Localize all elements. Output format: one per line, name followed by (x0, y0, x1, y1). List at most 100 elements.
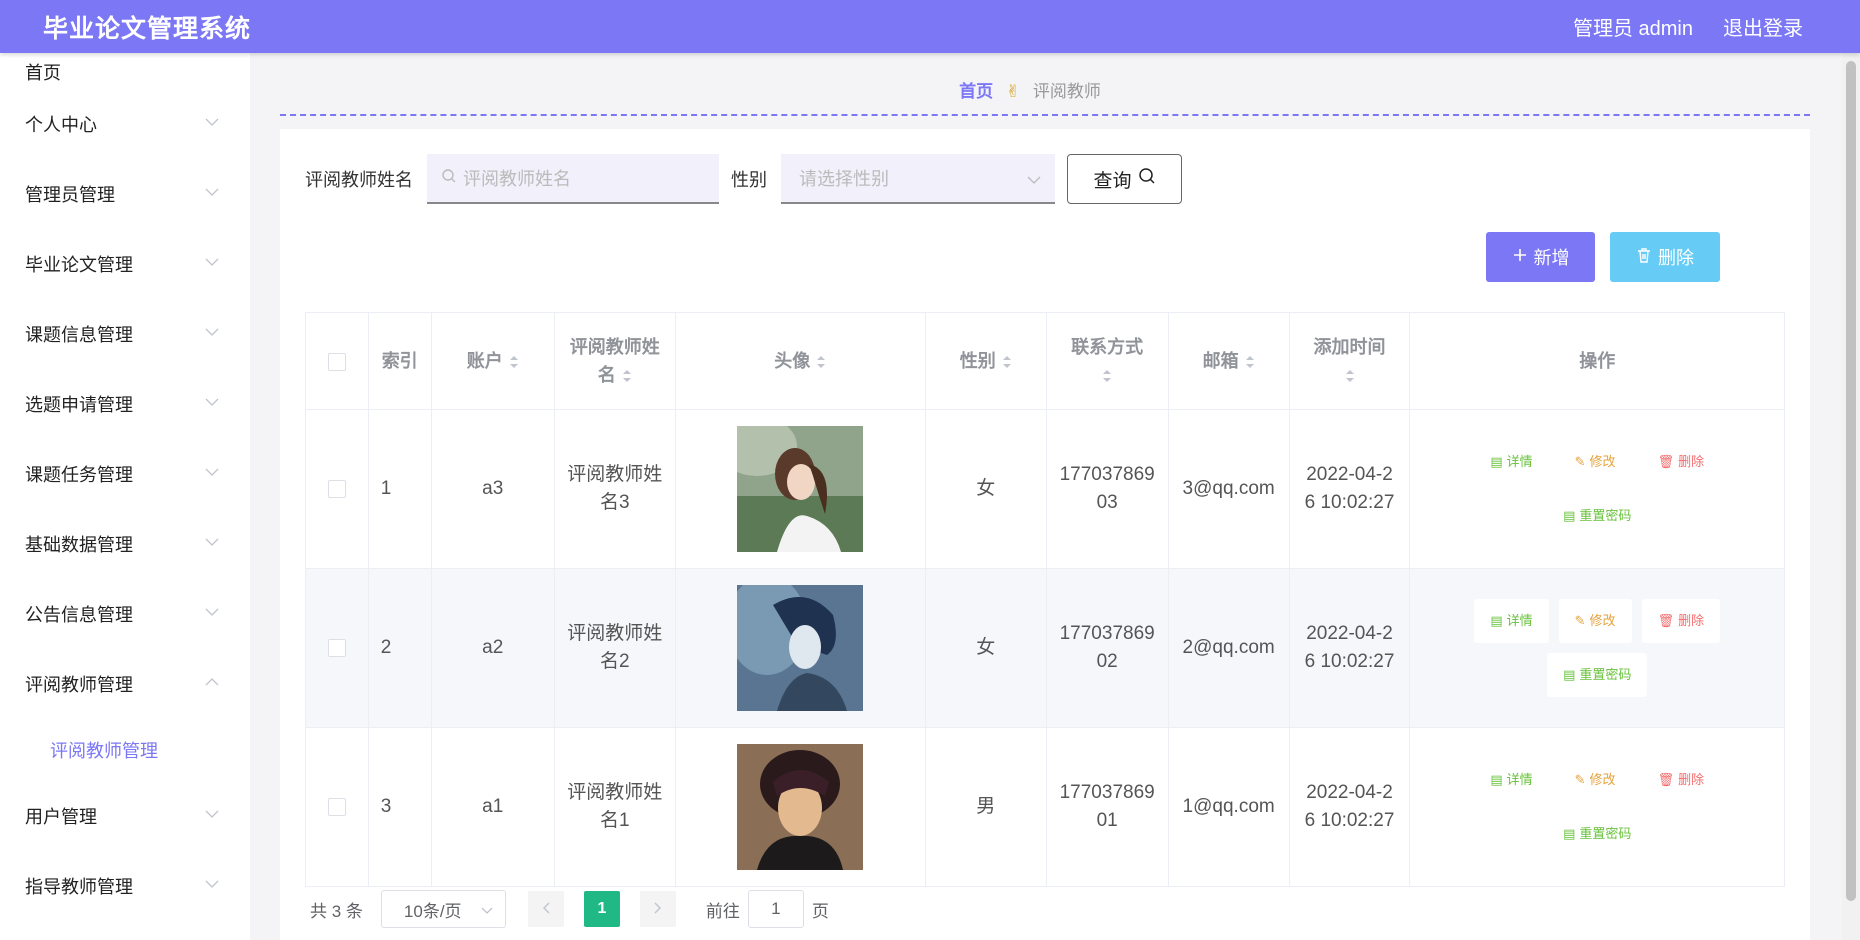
cell-account: a2 (430, 568, 555, 728)
reset-password-button[interactable]: ▤ 重置密码 (1547, 653, 1648, 697)
row-select-cell[interactable] (305, 727, 369, 887)
vertical-scrollbar[interactable] (1842, 53, 1860, 940)
sort-icon[interactable] (1002, 355, 1012, 369)
sidebar-subitem-label: 评阅教师管理 (50, 741, 158, 761)
sidebar-item-admin-management[interactable]: 管理员管理 (0, 159, 250, 229)
detail-label: 详情 (1506, 454, 1533, 469)
trash-icon: 🗑 (1657, 772, 1675, 787)
edit-button[interactable]: ✎ 修改 (1559, 440, 1632, 484)
sidebar-item-topic-info-management[interactable]: 课题信息管理 (0, 299, 250, 369)
sidebar-item-basic-data-management[interactable]: 基础数据管理 (0, 509, 250, 579)
row-checkbox[interactable] (327, 797, 346, 816)
avatar[interactable] (737, 744, 864, 870)
header-avatar-label: 头像 (774, 351, 811, 371)
reset-password-button[interactable]: ▤ 重置密码 (1547, 494, 1647, 538)
next-page-button[interactable] (639, 891, 676, 927)
sidebar-item-thesis-management[interactable]: 毕业论文管理 (0, 229, 250, 299)
edit-button[interactable]: ✎ 修改 (1559, 758, 1632, 802)
sort-icon[interactable] (509, 355, 519, 369)
reset-password-button[interactable]: ▤ 重置密码 (1547, 812, 1647, 856)
breadcrumb-home[interactable]: 首页 (959, 82, 993, 101)
cell-added-time: 2022-04-2 6 10:02:27 (1288, 409, 1411, 569)
reset-password-label: 重置密码 (1579, 508, 1632, 523)
logout-link[interactable]: 退出登录 (1723, 12, 1803, 41)
sidebar-item-user-management[interactable]: 用户管理 (0, 781, 250, 851)
header-gender[interactable]: 性别 (924, 312, 1047, 410)
sidebar-item-advisor-management[interactable]: 指导教师管理 (0, 851, 250, 921)
header-added-time[interactable]: 添加时间 (1288, 312, 1411, 410)
sort-icon[interactable] (1345, 369, 1355, 383)
search-icon (441, 168, 457, 189)
cell-account: a1 (430, 727, 555, 887)
chevron-down-icon (205, 398, 225, 410)
header-contact[interactable]: 联系方式 (1045, 312, 1169, 410)
table-row: 3 a1 评阅教师姓 名1 男 177037869 01 1@qq.com 20… (305, 727, 1785, 887)
header-select-all[interactable] (305, 312, 369, 410)
breadcrumb-current: 评阅教师 (1032, 82, 1101, 101)
edit-icon: ✎ (1574, 454, 1586, 469)
page-suffix: 页 (811, 901, 829, 921)
query-button[interactable]: 查询 (1067, 154, 1182, 204)
hand-icon: ✌ (1005, 82, 1021, 101)
sidebar-item-label: 用户管理 (25, 807, 97, 827)
cell-name: 评阅教师姓 名1 (553, 727, 676, 887)
header-avatar[interactable]: 头像 (674, 312, 926, 410)
select-all-checkbox[interactable] (327, 353, 346, 372)
user-label[interactable]: 管理员 admin (1573, 12, 1693, 41)
cell-account: a3 (430, 409, 555, 569)
sort-icon[interactable] (622, 369, 632, 383)
sidebar-item-reviewer-management[interactable]: 评阅教师管理 (0, 649, 250, 719)
cell-ops: ▤ 详情 ✎ 修改 🗑 删除 ▤ 重置密码 (1409, 409, 1785, 569)
header-name[interactable]: 评阅教师姓名 (553, 312, 676, 410)
cell-gender: 女 (924, 409, 1047, 569)
sidebar-item-topic-application-management[interactable]: 选题申请管理 (0, 369, 250, 439)
gender-select[interactable]: 请选择性别 (781, 154, 1055, 204)
content-panel: 评阅教师姓名 评阅教师姓名 性别 请选择性别 查询 新增 删除 索引 账户 评阅… (280, 129, 1810, 940)
page-number-active[interactable]: 1 (583, 891, 620, 927)
cell-contact: 177037869 03 (1045, 409, 1169, 569)
sidebar-item-topic-task-management[interactable]: 课题任务管理 (0, 439, 250, 509)
name-search-input[interactable]: 评阅教师姓名 (427, 154, 719, 204)
gender-select-placeholder: 请选择性别 (799, 169, 889, 189)
edit-label: 修改 (1589, 613, 1616, 628)
batch-delete-button[interactable]: 删除 (1610, 232, 1720, 282)
table-header-row: 索引 账户 评阅教师姓名 头像 性别 联系方式 邮箱 添加时间 操作 (305, 312, 1785, 410)
avatar[interactable] (737, 585, 864, 711)
delete-button[interactable]: 🗑 删除 (1641, 599, 1721, 643)
sidebar-subitem-reviewer-management[interactable]: 评阅教师管理 (0, 719, 250, 781)
header-ops: 操作 (1409, 312, 1785, 410)
cell-contact-line1: 177037869 (1059, 464, 1155, 485)
chevron-down-icon (205, 468, 225, 480)
reset-password-label: 重置密码 (1579, 667, 1632, 682)
header-email[interactable]: 邮箱 (1167, 312, 1290, 410)
add-button[interactable]: 新增 (1486, 232, 1595, 282)
sidebar-item-personal-center[interactable]: 个人中心 (0, 89, 250, 159)
row-checkbox[interactable] (327, 638, 346, 657)
detail-button[interactable]: ▤ 详情 (1474, 758, 1548, 802)
header-account[interactable]: 账户 (430, 312, 555, 410)
page-size-select[interactable]: 10条/页 (380, 890, 506, 928)
header-contact-label: 联系方式 (1071, 337, 1144, 357)
goto-page-input[interactable]: 1 (747, 890, 804, 928)
chevron-up-icon (205, 678, 225, 690)
delete-button[interactable]: 🗑 删除 (1642, 440, 1721, 484)
row-checkbox[interactable] (327, 479, 346, 498)
row-select-cell[interactable] (305, 568, 369, 728)
delete-button[interactable]: 🗑 删除 (1642, 758, 1721, 802)
prev-page-button[interactable] (527, 891, 564, 927)
sort-icon[interactable] (816, 355, 826, 369)
sort-icon[interactable] (1245, 355, 1255, 369)
header-gender-label: 性别 (959, 351, 996, 371)
edit-button[interactable]: ✎ 修改 (1558, 599, 1632, 643)
detail-button[interactable]: ▤ 详情 (1474, 599, 1549, 643)
avatar[interactable] (737, 426, 864, 552)
scrollbar-thumb[interactable] (1846, 61, 1856, 901)
sidebar-item-home[interactable]: 首页 (0, 53, 250, 89)
sort-icon[interactable] (1102, 369, 1112, 383)
row-select-cell[interactable] (305, 409, 369, 569)
cell-contact: 177037869 01 (1045, 727, 1169, 887)
sidebar-item-label: 选题申请管理 (25, 395, 133, 415)
sidebar-item-notice-management[interactable]: 公告信息管理 (0, 579, 250, 649)
detail-button[interactable]: ▤ 详情 (1474, 440, 1548, 484)
trash-icon (1636, 247, 1652, 268)
